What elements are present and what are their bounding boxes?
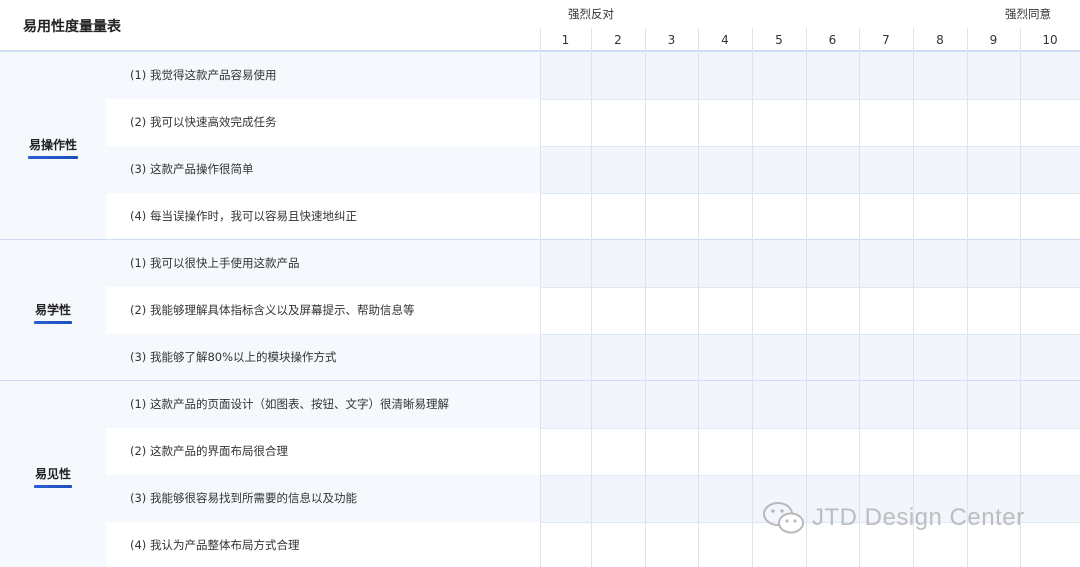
column-divider (540, 28, 541, 567)
question-text: (2) 我可以快速高效完成任务 (130, 115, 277, 129)
column-divider (645, 28, 646, 567)
rating-row[interactable] (540, 146, 1080, 193)
scale-right-label: 强烈同意 (1005, 7, 1051, 21)
table-row: (2) 这款产品的界面布局很合理 (106, 428, 540, 475)
question-text: (1) 这款产品的页面设计（如图表、按钮、文字）很清晰易理解 (130, 397, 449, 411)
scale-column-header: 5 (775, 33, 783, 47)
row-divider (540, 428, 1080, 429)
row-divider (540, 287, 1080, 288)
usability-scale-table: 易用性度量量表 强烈反对 强烈同意 1 2 3 4 5 6 7 8 9 10 (1) 我觉得这款产… (0, 0, 1080, 567)
table-row: (2) 我能够理解具体指标含义以及屏幕提示、帮助信息等 (106, 287, 540, 334)
column-divider (591, 28, 592, 567)
table-row: (4) 我认为产品整体布局方式合理 (106, 522, 540, 567)
column-divider (1020, 28, 1021, 567)
category-label: 易操作性 (28, 138, 77, 152)
scale-left-label: 强烈反对 (568, 7, 614, 21)
scale-column-header: 1 (561, 33, 570, 47)
rating-row[interactable] (540, 334, 1080, 381)
rating-row[interactable] (540, 193, 1080, 240)
category-underline (34, 320, 72, 324)
watermark-text: JTD Design Center (812, 504, 1025, 531)
table-row: (3) 我能够很容易找到所需要的信息以及功能 (106, 475, 540, 522)
table-row: (4) 每当误操作时，我可以容易且快速地纠正 (106, 193, 540, 240)
category-label: 易见性 (34, 467, 71, 481)
table-row: (1) 我可以很快上手使用这款产品 (106, 240, 540, 287)
table-row: (1) 这款产品的页面设计（如图表、按钮、文字）很清晰易理解 (106, 381, 540, 428)
question-text: (4) 我认为产品整体布局方式合理 (130, 538, 300, 552)
question-text: (1) 我可以很快上手使用这款产品 (130, 256, 300, 270)
rating-row[interactable] (540, 381, 1080, 428)
page-title: 易用性度量量表 (23, 19, 121, 35)
column-divider (967, 28, 968, 567)
question-text: (2) 这款产品的界面布局很合理 (130, 444, 288, 458)
question-text: (2) 我能够理解具体指标含义以及屏幕提示、帮助信息等 (130, 303, 415, 317)
column-divider (752, 28, 753, 567)
row-divider (540, 475, 1080, 476)
column-divider (859, 28, 860, 567)
rating-row[interactable] (540, 52, 1080, 99)
question-text: (3) 我能够了解80%以上的模块操作方式 (130, 350, 337, 364)
scale-column-header: 3 (667, 33, 676, 47)
wechat-icon (763, 502, 804, 534)
table-row: (3) 这款产品操作很简单 (106, 146, 540, 193)
table-row: (3) 我能够了解80%以上的模块操作方式 (106, 334, 540, 381)
rating-row[interactable] (540, 240, 1080, 287)
question-text: (1) 我觉得这款产品容易使用 (130, 68, 277, 82)
category-underline (28, 156, 78, 159)
scale-column-header: 2 (614, 33, 622, 47)
rating-row[interactable] (540, 99, 1080, 146)
column-divider (806, 28, 807, 567)
watermark: JTD Design Center (762, 498, 1025, 538)
question-text: (3) 我能够很容易找到所需要的信息以及功能 (130, 491, 357, 505)
row-divider (540, 146, 1080, 147)
scale-column-header: 8 (936, 33, 944, 47)
table-row: (2) 我可以快速高效完成任务 (106, 99, 540, 146)
table-row: (1) 我觉得这款产品容易使用 (106, 52, 540, 99)
question-text: (3) 这款产品操作很简单 (130, 162, 254, 176)
scale-column-header: 6 (828, 33, 837, 47)
scale-column-header: 10 (1042, 33, 1058, 47)
row-divider (540, 99, 1080, 100)
question-text: (4) 每当误操作时，我可以容易且快速地纠正 (130, 209, 357, 223)
rating-row[interactable] (540, 428, 1080, 475)
scale-column-header: 9 (989, 33, 998, 47)
category-underline (34, 485, 72, 488)
scale-column-header: 7 (882, 33, 890, 47)
column-divider (698, 28, 699, 567)
scale-column-header: 4 (721, 33, 729, 47)
row-divider (540, 193, 1080, 194)
column-divider (913, 28, 914, 567)
rating-row[interactable] (540, 287, 1080, 334)
category-label: 易学性 (34, 302, 71, 317)
row-divider (540, 334, 1080, 335)
